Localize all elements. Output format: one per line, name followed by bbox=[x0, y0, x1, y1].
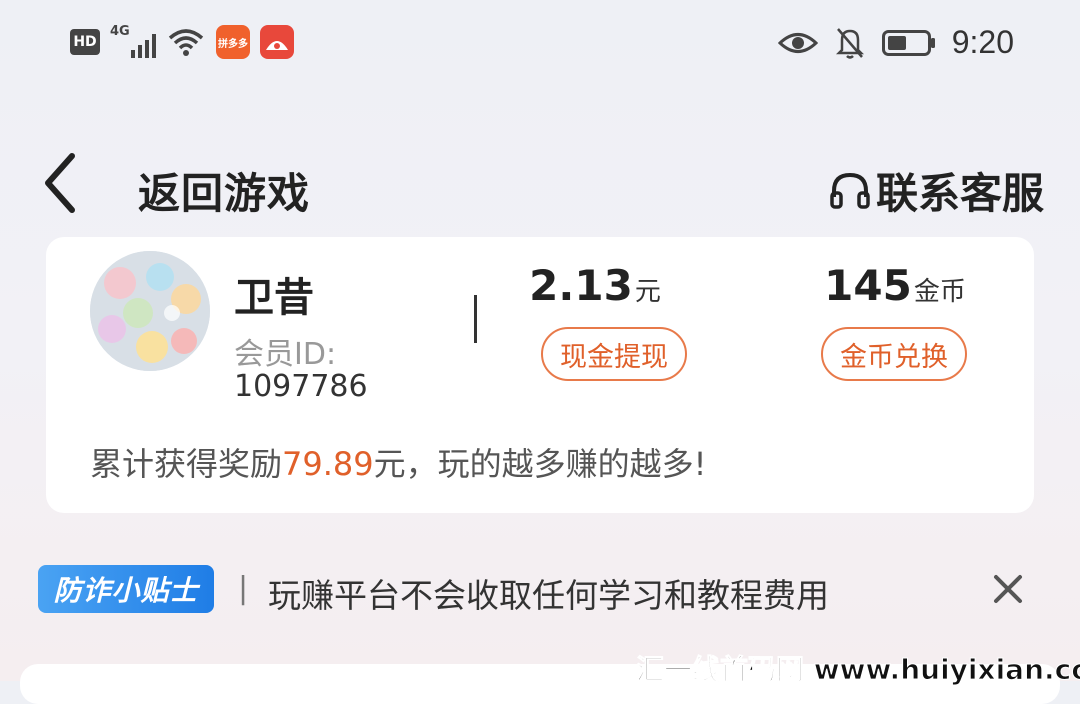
customer-service-button[interactable]: 联系客服 bbox=[828, 160, 1044, 221]
signal-icon: 4G bbox=[110, 24, 156, 60]
coin-balance-value: 145 bbox=[824, 261, 912, 310]
tip-message: 玩赚平台不会收取任何学习和教程费用 bbox=[268, 576, 829, 615]
cash-balance-unit: 元 bbox=[634, 277, 661, 307]
reward-amount: 79.89 bbox=[282, 445, 374, 483]
status-bar-right: 9:20 bbox=[777, 24, 1014, 61]
back-to-game-button[interactable]: 返回游戏 bbox=[138, 160, 310, 221]
member-id-label: 会员ID: bbox=[234, 337, 337, 372]
customer-service-label: 联系客服 bbox=[875, 169, 1044, 218]
watermark-text: 汇一线首码网 www.huiyixian.com bbox=[636, 653, 1080, 687]
status-bar: HD 4G 拼多多 9:20 bbox=[0, 0, 1080, 90]
total-reward-text: 累计获得奖励79.89元，玩的越多赚的越多! bbox=[90, 439, 706, 485]
anti-fraud-badge: 防诈小贴士 bbox=[38, 565, 214, 613]
close-icon[interactable] bbox=[988, 569, 1028, 609]
cash-balance: 2.13元 bbox=[495, 261, 695, 310]
username: 卫昔 bbox=[234, 275, 314, 321]
hd-icon: HD bbox=[70, 29, 100, 55]
cash-balance-value: 2.13 bbox=[529, 261, 633, 310]
reward-suffix: 元，玩的越多赚的越多! bbox=[373, 445, 707, 483]
tip-separator: | bbox=[238, 571, 249, 606]
coin-balance: 145金币 bbox=[795, 261, 995, 310]
member-id-value: 1097786 bbox=[234, 369, 368, 404]
bell-off-icon bbox=[835, 27, 864, 59]
header: 返回游戏 联系客服 bbox=[0, 150, 1080, 220]
avatar[interactable] bbox=[90, 251, 210, 371]
headset-icon bbox=[830, 172, 870, 209]
app-notification-icon bbox=[260, 25, 294, 59]
back-chevron-icon[interactable] bbox=[38, 150, 88, 216]
wifi-icon bbox=[168, 29, 204, 56]
eye-icon bbox=[777, 32, 818, 53]
network-type: 4G bbox=[110, 24, 130, 39]
cash-withdraw-button[interactable]: 现金提现 bbox=[541, 327, 687, 381]
clock: 9:20 bbox=[951, 24, 1014, 60]
divider bbox=[474, 295, 477, 343]
account-card: 卫昔 会员ID: 1097786 2.13元 145金币 现金提现 金币兑换 累… bbox=[46, 237, 1034, 513]
coin-balance-unit: 金币 bbox=[913, 277, 966, 307]
coin-exchange-button[interactable]: 金币兑换 bbox=[821, 327, 967, 381]
shopping-app-icon: 拼多多 bbox=[216, 25, 250, 59]
reward-prefix: 累计获得奖励 bbox=[90, 445, 283, 483]
battery-icon bbox=[881, 29, 935, 56]
status-bar-left: HD 4G 拼多多 bbox=[70, 24, 294, 60]
anti-fraud-tip: 防诈小贴士 | 玩赚平台不会收取任何学习和教程费用 bbox=[38, 565, 1048, 615]
